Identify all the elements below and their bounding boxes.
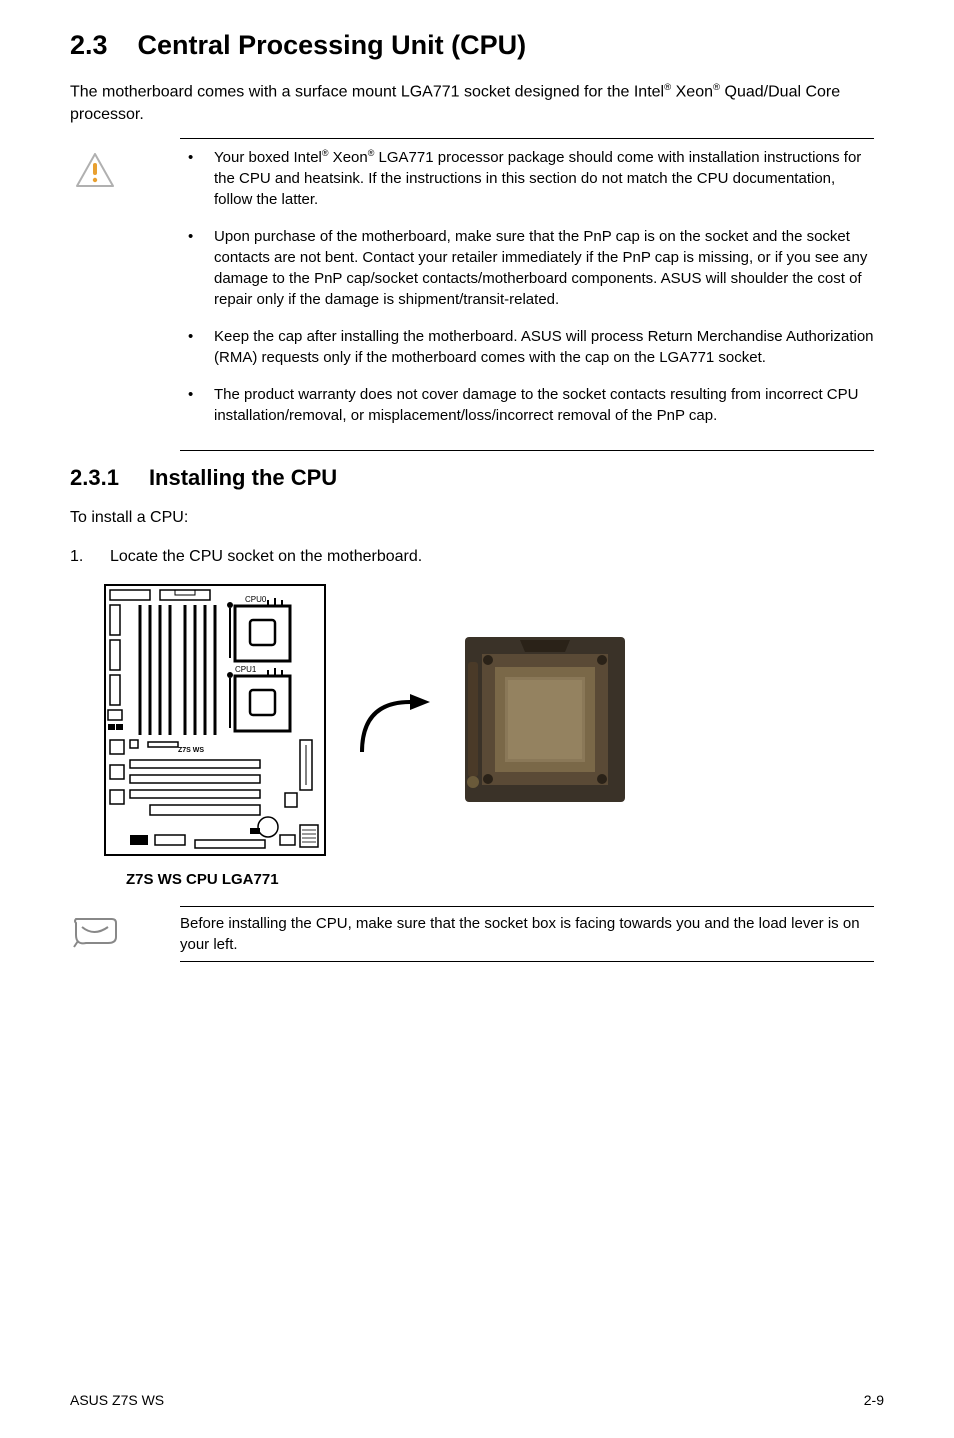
footer-left: ASUS Z7S WS — [70, 1392, 164, 1408]
svg-text:Z7S WS: Z7S WS — [178, 747, 204, 754]
warning-item: The product warranty does not cover dama… — [180, 384, 874, 426]
divider — [180, 450, 874, 451]
divider — [180, 138, 874, 139]
socket-photo — [460, 632, 630, 812]
page-footer: ASUS Z7S WS 2-9 — [70, 1392, 884, 1408]
figure-caption: Z7S WS CPU LGA771 — [70, 871, 884, 888]
subsection-number: 2.3.1 — [70, 465, 119, 490]
svg-text:CPU0: CPU0 — [245, 595, 267, 604]
note-text: Before installing the CPU, make sure tha… — [120, 907, 884, 961]
section-heading: 2.3 Central Processing Unit (CPU) — [70, 30, 884, 61]
note-icon — [70, 907, 120, 949]
warning-item: Upon purchase of the motherboard, make s… — [180, 226, 874, 310]
warning-item: Your boxed Intel® Xeon® LGA771 processor… — [180, 147, 874, 210]
intro-paragraph: The motherboard comes with a surface mou… — [70, 81, 884, 126]
step-text: Locate the CPU socket on the motherboard… — [110, 548, 422, 566]
figure-row: CPU0 CPU1 Z7S WS — [70, 580, 884, 865]
subsection-title-text: Installing the CPU — [149, 465, 337, 490]
note-callout: Before installing the CPU, make sure tha… — [70, 907, 884, 961]
step-number: 1. — [70, 548, 110, 566]
step-1: 1. Locate the CPU socket on the motherbo… — [70, 548, 884, 566]
warning-item: Keep the cap after installing the mother… — [180, 326, 874, 368]
divider — [180, 961, 874, 962]
motherboard-diagram: CPU0 CPU1 Z7S WS — [100, 580, 330, 865]
warning-callout: Your boxed Intel® Xeon® LGA771 processor… — [70, 147, 884, 442]
install-intro: To install a CPU: — [70, 507, 884, 529]
section-title-text: Central Processing Unit (CPU) — [138, 30, 527, 60]
warning-icon — [70, 147, 120, 187]
subsection-heading: 2.3.1 Installing the CPU — [70, 465, 884, 491]
footer-right: 2-9 — [864, 1392, 884, 1408]
arrow-icon — [350, 677, 440, 767]
svg-text:CPU1: CPU1 — [235, 665, 257, 674]
section-number: 2.3 — [70, 30, 108, 60]
warning-list: Your boxed Intel® Xeon® LGA771 processor… — [180, 147, 874, 426]
